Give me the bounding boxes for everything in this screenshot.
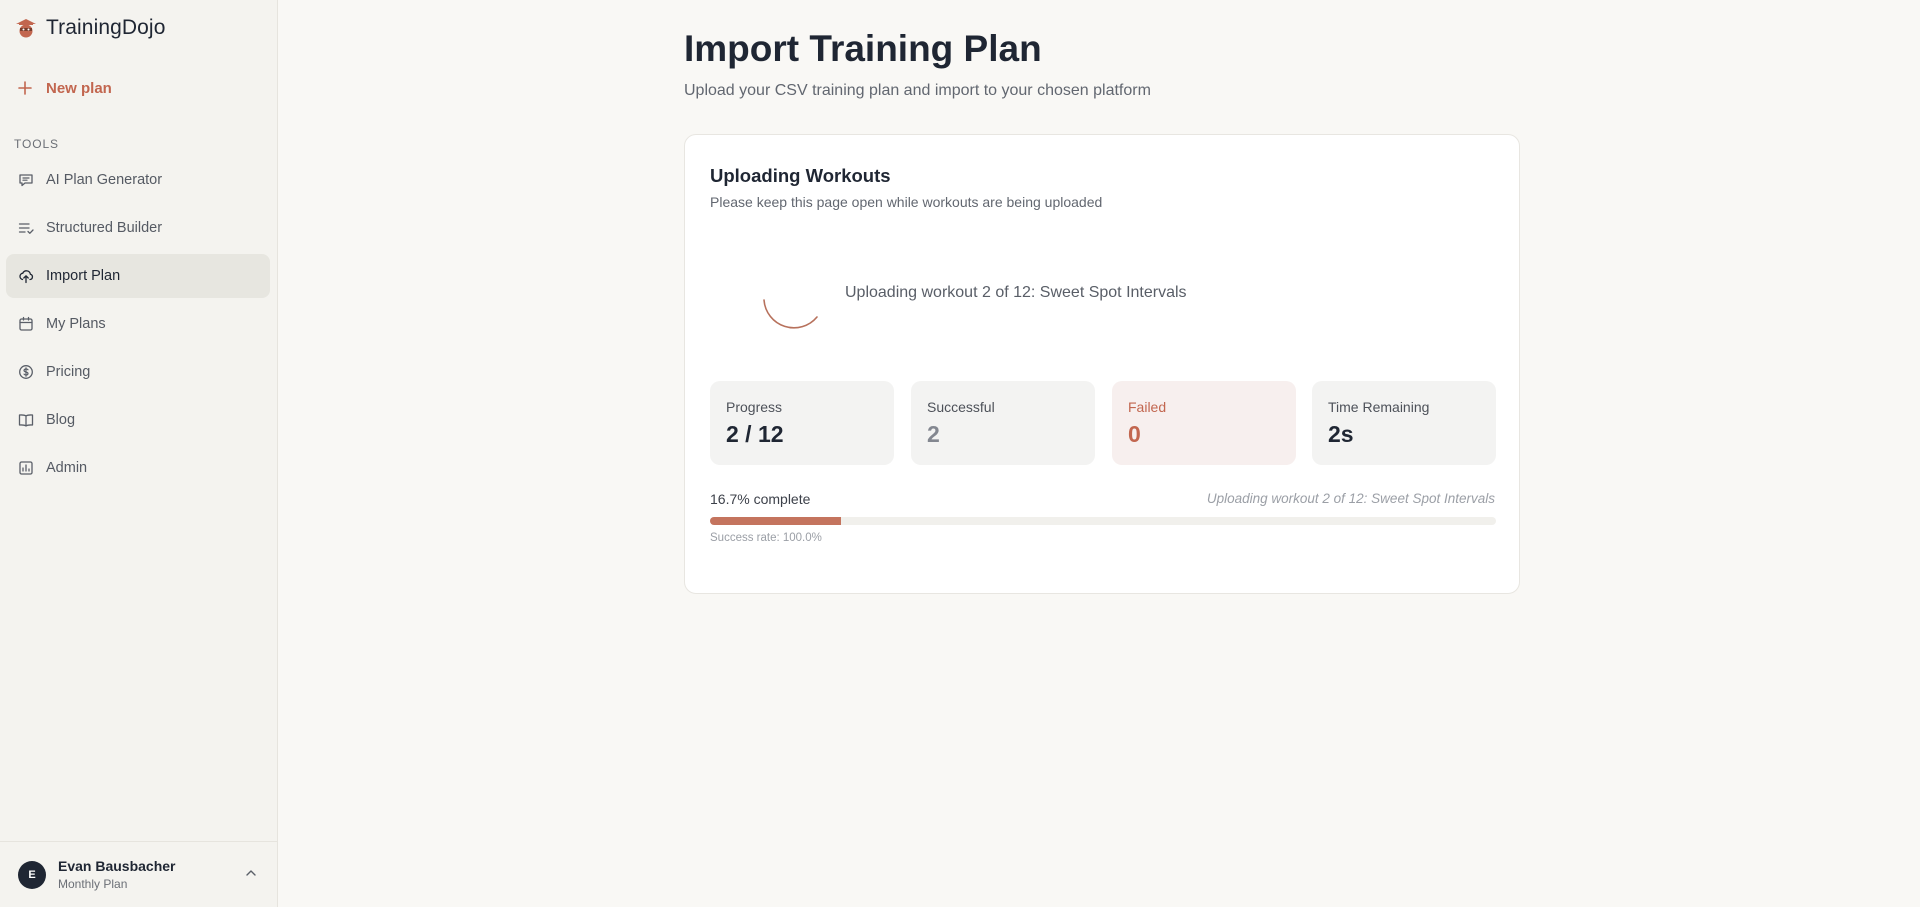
sidebar-item-label: Pricing — [46, 364, 91, 380]
current-workout-text: Uploading workout 2 of 12: Sweet Spot In… — [1206, 491, 1495, 506]
stat-successful: Successful 2 — [911, 381, 1095, 465]
chevron-up-icon[interactable] — [244, 866, 258, 880]
card-title: Uploading Workouts — [710, 165, 891, 186]
list-check-icon — [18, 223, 34, 234]
stat-time-remaining: Time Remaining 2s — [1312, 381, 1496, 465]
stat-failed: Failed 0 — [1112, 381, 1296, 465]
stat-label: Time Remaining — [1328, 399, 1430, 415]
stat-label: Progress — [726, 399, 783, 415]
sidebar-item-label: Admin — [46, 460, 88, 476]
stat-value: 2 / 12 — [726, 421, 784, 447]
success-rate-text: Success rate: 100.0% — [710, 532, 822, 544]
stat-label: Successful — [927, 399, 995, 415]
sidebar-item-label: AI Plan Generator — [46, 172, 163, 188]
new-plan-button[interactable]: New plan — [16, 76, 112, 100]
sidebar: TrainingDojo New plan TOOLS AI Plan Gene… — [0, 0, 278, 907]
stat-progress: Progress 2 / 12 — [710, 381, 894, 465]
dollar-circle-icon — [19, 365, 33, 379]
sidebar-item-pricing[interactable]: Pricing — [6, 350, 270, 394]
progress-bar — [710, 517, 1496, 525]
loading-spinner-icon — [763, 299, 818, 329]
cloud-upload-icon — [19, 270, 34, 284]
sidebar-item-import-plan[interactable]: Import Plan — [6, 254, 270, 298]
user-plan: Monthly Plan — [58, 877, 128, 891]
page-title: Import Training Plan — [684, 28, 1042, 69]
app-logo[interactable]: TrainingDojo — [14, 16, 165, 40]
app-name: TrainingDojo — [46, 16, 166, 39]
book-open-icon — [18, 414, 34, 427]
card-subtitle: Please keep this page open while workout… — [710, 194, 1103, 210]
user-name: Evan Bausbacher — [58, 858, 176, 874]
sidebar-item-admin[interactable]: Admin — [6, 446, 270, 490]
tools-section-label: TOOLS — [14, 137, 59, 151]
sidebar-item-label: Import Plan — [46, 268, 121, 284]
dojo-logo-icon — [16, 19, 36, 38]
sidebar-item-label: Blog — [46, 412, 76, 428]
admin-chart-icon — [19, 461, 33, 475]
upload-status-text: Uploading workout 2 of 12: Sweet Spot In… — [845, 284, 1187, 301]
stat-value: 2 — [927, 421, 940, 447]
user-info: Evan Bausbacher Monthly Plan — [58, 858, 176, 891]
percent-complete-text: 16.7% complete — [710, 491, 811, 507]
page-subtitle: Upload your CSV training plan and import… — [684, 82, 1151, 99]
stat-value: 2s — [1328, 421, 1354, 447]
plus-icon — [18, 81, 32, 95]
sidebar-item-blog[interactable]: Blog — [6, 398, 270, 442]
avatar: E — [18, 860, 46, 889]
sidebar-nav: AI Plan Generator Structured Builder Imp… — [6, 158, 270, 494]
new-plan-label: New plan — [46, 79, 112, 97]
chat-bubble-icon — [19, 174, 33, 187]
sidebar-item-my-plans[interactable]: My Plans — [6, 302, 270, 346]
upload-progress-card: Uploading Workouts Please keep this page… — [684, 134, 1520, 594]
sidebar-item-ai-plan-generator[interactable]: AI Plan Generator — [6, 158, 270, 202]
user-menu[interactable]: E Evan Bausbacher Monthly Plan — [0, 841, 278, 907]
calendar-icon — [19, 316, 33, 331]
stat-value: 0 — [1128, 421, 1141, 447]
sidebar-item-label: Structured Builder — [46, 220, 163, 236]
sidebar-item-structured-builder[interactable]: Structured Builder — [6, 206, 270, 250]
sidebar-item-label: My Plans — [46, 316, 106, 332]
stat-label: Failed — [1128, 399, 1167, 415]
progress-bar-fill — [710, 517, 842, 525]
